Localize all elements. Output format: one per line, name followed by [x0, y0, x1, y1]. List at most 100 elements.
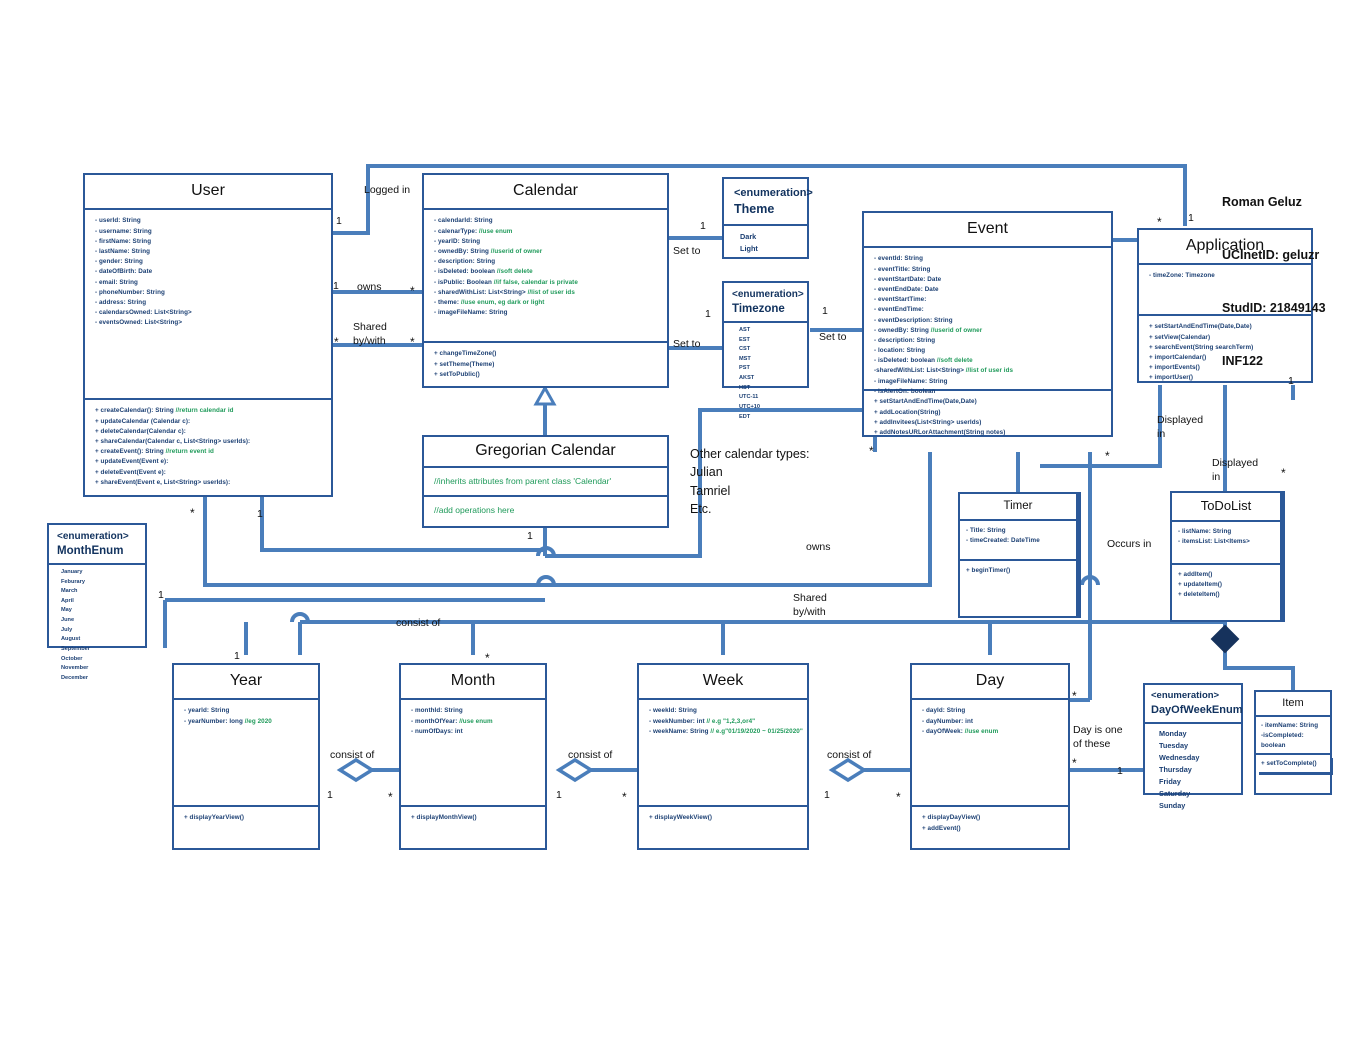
class-year[interactable]: Year - yearId: String - yearNumber: long…	[172, 663, 320, 850]
operation: + shareEvent(Event e, List<String> userI…	[95, 478, 231, 486]
mult-event-tz: 1	[822, 305, 828, 317]
mult-user-logged-in: 1	[336, 215, 342, 227]
inheritance-triangle	[533, 384, 557, 406]
attribute: - eventStartTime:	[874, 296, 927, 304]
enum-value: Wednesday	[1159, 752, 1200, 762]
mult-day-star3: *	[1072, 756, 1077, 770]
operation: + displayDayView()	[922, 814, 981, 822]
attribute: - userId: String	[95, 217, 141, 225]
attribute: - itemsList: List<Items>	[1178, 538, 1250, 546]
mult-month-star-top: *	[485, 651, 490, 665]
operation: + displayYearView()	[184, 814, 245, 822]
enum-theme[interactable]: <enumeration> Theme Dark Light	[722, 177, 813, 259]
label-set-to-timezone-left: Set to	[673, 338, 701, 350]
operation: + deleteCalendar(Calendar c):	[95, 427, 186, 435]
line-hop-2	[536, 575, 556, 586]
enum-value: May	[61, 607, 72, 614]
attribute: - Title: String	[966, 527, 1006, 535]
class-item-operations: + setToComplete()	[1256, 755, 1330, 772]
class-event[interactable]: Event - eventId: String - eventTitle: St…	[862, 211, 1113, 437]
attribute: - weekName: String // e.g"01/19/2020 ~ 0…	[649, 727, 803, 735]
class-week-operations: + displayWeekView()	[639, 807, 807, 829]
attribute: - numOfDays: int	[411, 727, 463, 735]
enum-timezone[interactable]: <enumeration> Timezone AST EST CST MST P…	[722, 281, 809, 420]
enum-value: Friday	[1159, 776, 1181, 786]
enum-value: June	[61, 617, 75, 624]
author-course: INF122	[1222, 354, 1263, 369]
mult-day-one: 1	[1117, 765, 1123, 777]
class-week[interactable]: Week - weekId: String - weekNumber: int …	[637, 663, 809, 850]
label-day-is-one-of-these: Day is one of these	[1073, 724, 1123, 750]
enum-value: AKST	[739, 375, 755, 382]
mult-app-star: *	[1157, 215, 1162, 229]
mult-year-one: 1	[327, 789, 333, 801]
class-calendar-operations: + changeTimeZone() + setTheme(Theme) + s…	[424, 343, 667, 386]
attribute: - imageFileName: String	[874, 377, 948, 385]
author-studid: StudID: 21849143	[1222, 301, 1326, 315]
attribute: - weekId: String	[649, 707, 697, 715]
enum-value: MST	[739, 355, 751, 362]
mult-app-bottom-one: 1	[1288, 375, 1294, 387]
composition-diamond-todolist-item	[1210, 624, 1240, 654]
operation: + addInvitees(List<String> userIds)	[874, 418, 982, 426]
class-event-title: Event	[864, 213, 1111, 249]
attribute: - eventStartDate: Date	[874, 275, 942, 283]
aggregation-diamond-month-week	[555, 757, 595, 783]
attribute: boolean	[1261, 742, 1286, 750]
line-hop-1	[536, 546, 556, 557]
class-month-title: Month	[401, 665, 545, 701]
class-todolist-title: ToDoList	[1172, 493, 1280, 522]
class-day-operations: + displayDayView() + addEvent()	[912, 807, 1068, 839]
attribute: - eventEndTime:	[874, 306, 924, 314]
mult-user-owns: 1	[333, 280, 339, 292]
attribute: - dateOfBirth: Date	[95, 268, 153, 276]
label-logged-in: Logged in	[364, 184, 411, 196]
label-consist-of-year-month: consist of	[330, 749, 375, 761]
enum-value: EDT	[739, 413, 751, 420]
class-day[interactable]: Day - dayId: String - dayNumber: int - d…	[910, 663, 1070, 850]
enum-day-of-week-header: <enumeration> DayOfWeekEnum	[1145, 685, 1243, 724]
label-occurs-in: Occurs in	[1107, 538, 1152, 550]
class-user-operations: + createCalendar(): String //return cale…	[85, 400, 331, 494]
operation: + deleteEvent(Event e):	[95, 468, 166, 476]
attribute: -sharedWithList: List<String> //list of …	[874, 367, 1014, 375]
class-month[interactable]: Month - monthId: String - monthOfYear: /…	[399, 663, 547, 850]
class-item[interactable]: Item - itemName: String -isCompleted: bo…	[1254, 690, 1332, 795]
attribute: - eventDescription: String	[874, 316, 953, 324]
operation: + displayMonthView()	[411, 814, 477, 822]
attribute: -isCompleted:	[1261, 731, 1304, 739]
mult-app-one: 1	[1188, 212, 1194, 224]
class-user[interactable]: User - userId: String - username: String…	[83, 173, 333, 497]
attribute: - eventTitle: String	[874, 265, 931, 273]
class-calendar[interactable]: Calendar - calendarId: String - calenarT…	[422, 173, 669, 388]
enum-value: Thursday	[1159, 764, 1192, 774]
enum-day-of-week[interactable]: <enumeration> DayOfWeekEnum Monday Tuesd…	[1143, 683, 1243, 810]
class-timer[interactable]: Timer - Title: String - timeCreated: Dat…	[958, 492, 1078, 618]
operation: + changeTimeZone()	[434, 350, 497, 358]
attribute: - sharedWithList: List<String> //list of…	[434, 288, 575, 296]
class-year-operations: + displayYearView()	[174, 807, 318, 829]
mult-week-star: *	[622, 790, 627, 804]
enum-month[interactable]: <enumeration> MonthEnum January Feburary…	[47, 523, 147, 681]
label-owns-right: owns	[806, 541, 831, 553]
mult-gregorian-one: 1	[527, 530, 533, 542]
attribute: - location: String	[874, 347, 926, 355]
mult-week-one: 1	[824, 789, 830, 801]
operations-note: //add operations here	[434, 505, 515, 516]
class-item-attributes: - itemName: String -isCompleted: boolean	[1256, 717, 1330, 755]
enum-stereotype: <enumeration>	[1151, 690, 1220, 701]
enum-value: August	[61, 636, 81, 643]
mult-user-shared-many: *	[334, 335, 339, 349]
enum-value: Tuesday	[1159, 740, 1189, 750]
class-gregorian-calendar-title: Gregorian Calendar	[424, 437, 667, 469]
enum-day-of-week-name: DayOfWeekEnum	[1151, 703, 1243, 716]
aggregation-diamond-week-day	[828, 757, 868, 783]
line-hop-3	[290, 612, 310, 623]
mult-calendar-tz: 1	[705, 308, 711, 320]
attribute: - timeCreated: DateTime	[966, 537, 1040, 545]
enum-stereotype: <enumeration>	[734, 187, 813, 199]
attribute: - theme: //use enum, eg dark or light	[434, 298, 545, 306]
class-todolist[interactable]: ToDoList - listName: String - itemsList:…	[1170, 491, 1282, 622]
attribute: - monthId: String	[411, 707, 463, 715]
class-gregorian-calendar[interactable]: Gregorian Calendar //inherits attributes…	[422, 435, 669, 528]
